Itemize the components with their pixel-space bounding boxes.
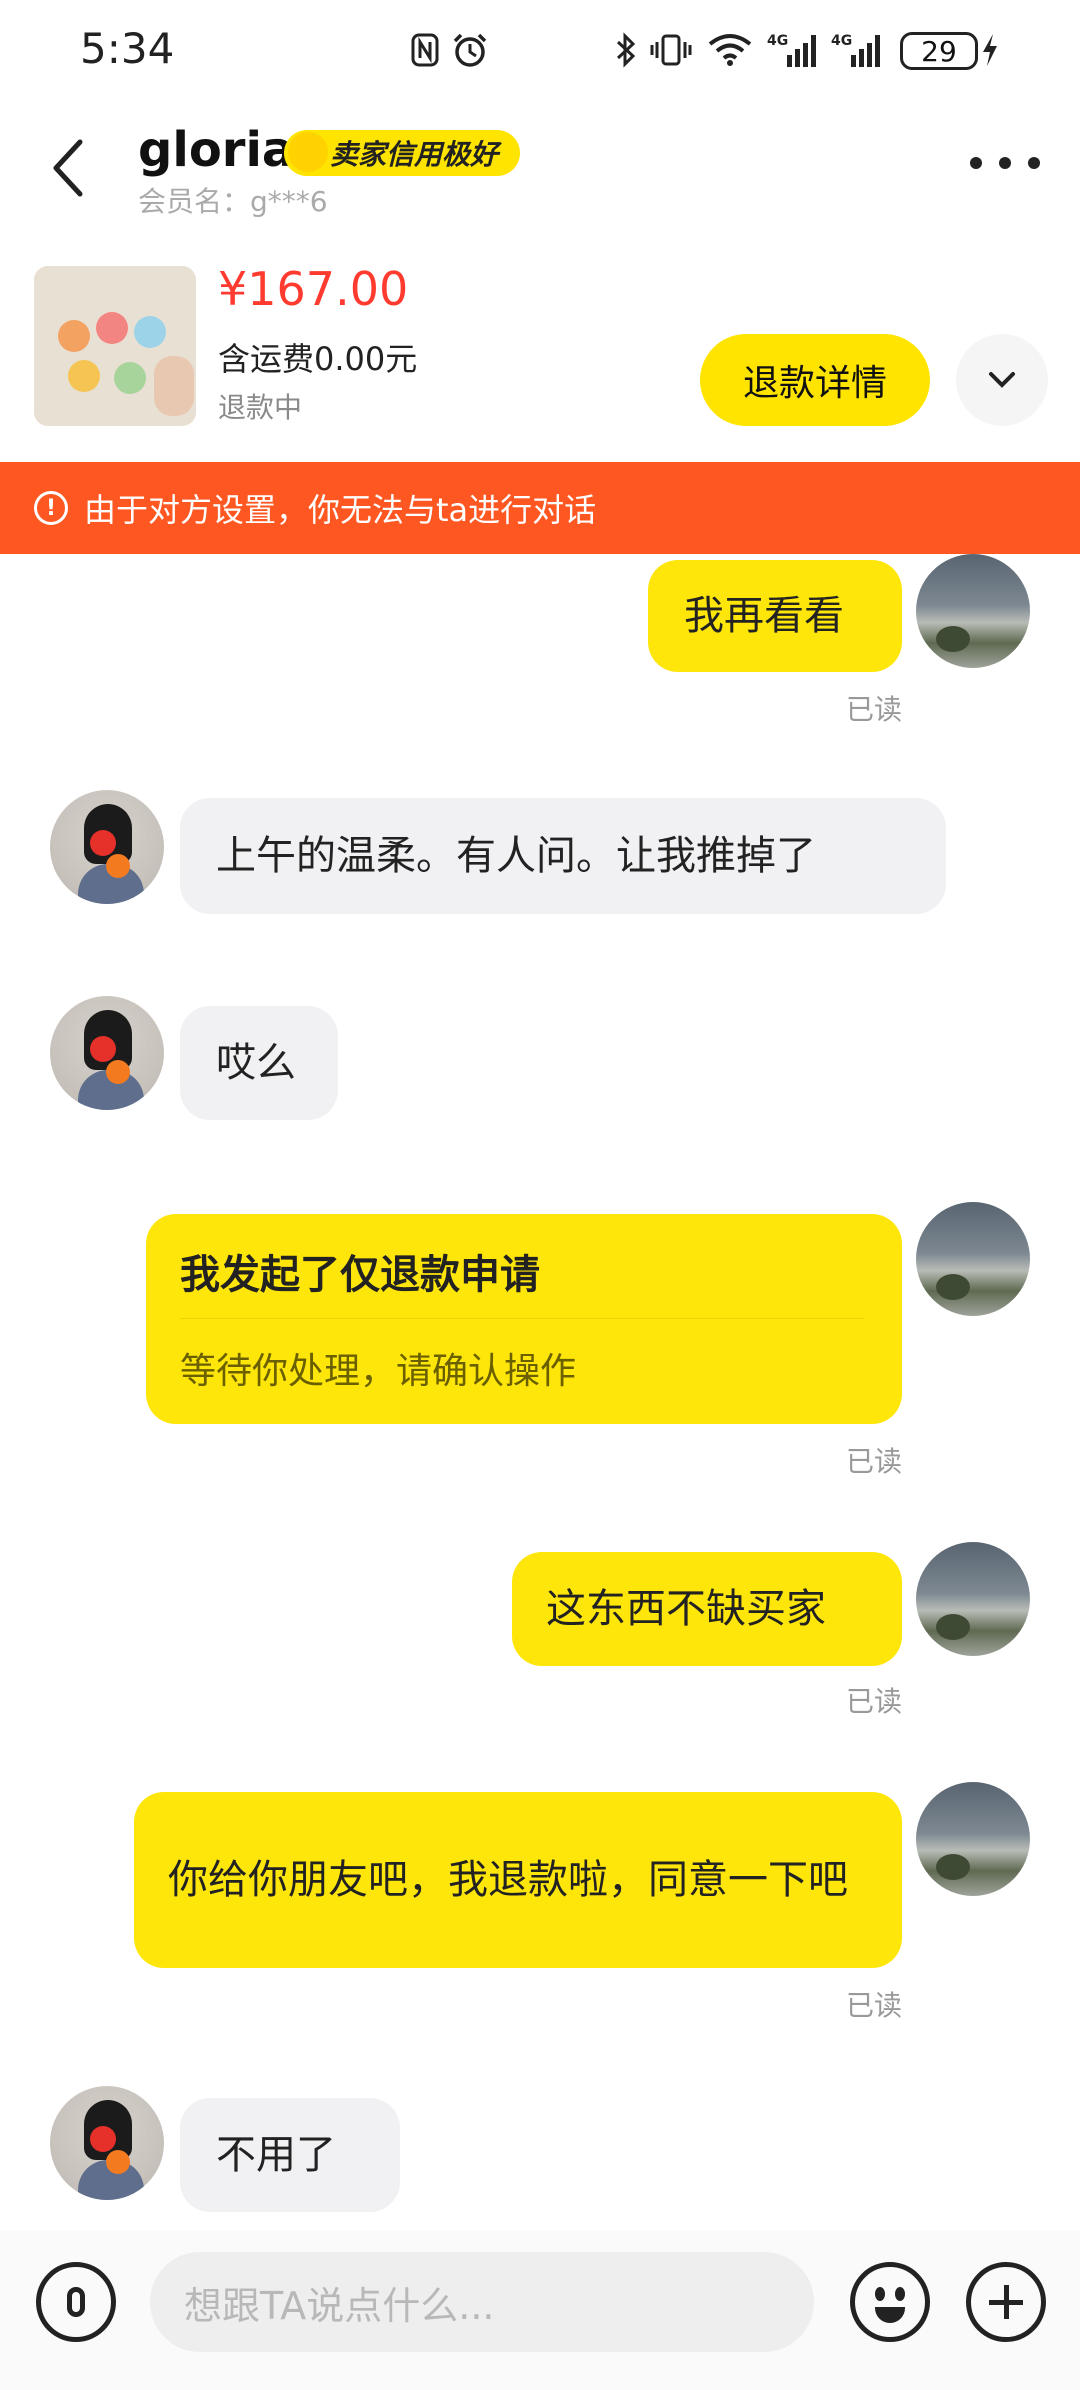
credit-badge: 卖家信用极好: [284, 130, 521, 176]
seller-avatar[interactable]: [50, 790, 164, 904]
seller-avatar[interactable]: [50, 2086, 164, 2200]
alarm-icon: [450, 28, 490, 72]
card-title: 我发起了仅退款申请: [180, 1252, 540, 1298]
card-divider: [180, 1318, 864, 1319]
microphone-icon[interactable]: [36, 2262, 116, 2342]
read-receipt: 已读: [846, 1685, 903, 1718]
card-subtitle: 等待你处理，请确认操作: [180, 1351, 577, 1392]
bluetooth-icon: [612, 28, 640, 72]
emoji-icon[interactable]: [850, 2262, 930, 2342]
message-text: 我再看看: [684, 593, 844, 639]
my-avatar[interactable]: [916, 1202, 1030, 1316]
read-receipt: 已读: [846, 1989, 903, 2022]
read-receipt: 已读: [846, 693, 903, 726]
message-text: 哎么: [216, 1040, 296, 1086]
credit-badge-label: 卖家信用极好: [330, 138, 499, 171]
my-avatar[interactable]: [916, 554, 1030, 668]
read-receipt: 已读: [846, 1445, 903, 1478]
svg-text:4G: 4G: [831, 33, 852, 49]
my-avatar[interactable]: [916, 1782, 1030, 1896]
message-bubble[interactable]: 上午的温柔。有人问。让我推掉了: [180, 798, 946, 914]
blocked-warning-banner: ! 由于对方设置，你无法与ta进行对话: [0, 462, 1080, 554]
message-bubble[interactable]: 你给你朋友吧，我退款啦，同意一下吧: [134, 1792, 902, 1968]
seller-avatar[interactable]: [50, 996, 164, 1110]
message-text: 这东西不缺买家: [546, 1586, 826, 1632]
message-bubble[interactable]: 这东西不缺买家: [512, 1552, 902, 1666]
message-bubble[interactable]: 哎么: [180, 1006, 338, 1120]
heart-eyes-emoji-icon: [288, 132, 328, 172]
chevron-down-icon[interactable]: [956, 334, 1048, 426]
message-text: 上午的温柔。有人问。让我推掉了: [216, 833, 816, 879]
signal-4g-icon: 4G: [766, 28, 822, 72]
nfc-icon: [408, 28, 442, 72]
member-name: 会员名：g***6: [138, 185, 328, 218]
back-icon[interactable]: [48, 138, 88, 198]
message-input[interactable]: 想跟TA说点什么...: [150, 2252, 814, 2352]
status-bar: 5:34 4G 4G 29: [0, 0, 1080, 100]
message-text: 不用了: [216, 2132, 336, 2178]
order-status: 退款中: [218, 391, 303, 424]
seller-name[interactable]: gloria: [138, 122, 294, 178]
signal-4g-icon: 4G: [830, 28, 886, 72]
message-bubble[interactable]: 不用了: [180, 2098, 400, 2212]
refund-details-button[interactable]: 退款详情: [700, 334, 930, 426]
product-thumbnail[interactable]: [34, 266, 196, 426]
status-time: 5:34: [80, 24, 175, 73]
more-icon[interactable]: [970, 148, 1040, 178]
plus-icon[interactable]: [966, 2262, 1046, 2342]
charging-icon: [980, 28, 1000, 72]
warning-icon: !: [34, 491, 68, 525]
battery-indicator: 29: [900, 32, 978, 70]
vibrate-icon: [648, 28, 694, 72]
message-bubble[interactable]: 我再看看: [648, 560, 902, 672]
my-avatar[interactable]: [916, 1542, 1030, 1656]
warning-text: 由于对方设置，你无法与ta进行对话: [84, 491, 597, 529]
svg-text:4G: 4G: [767, 33, 788, 49]
shipping-fee: 含运费0.00元: [218, 340, 418, 378]
product-price: ¥167.00: [218, 262, 409, 316]
message-text: 你给你朋友吧，我退款啦，同意一下吧: [168, 1857, 848, 1903]
wifi-icon: [706, 28, 754, 72]
